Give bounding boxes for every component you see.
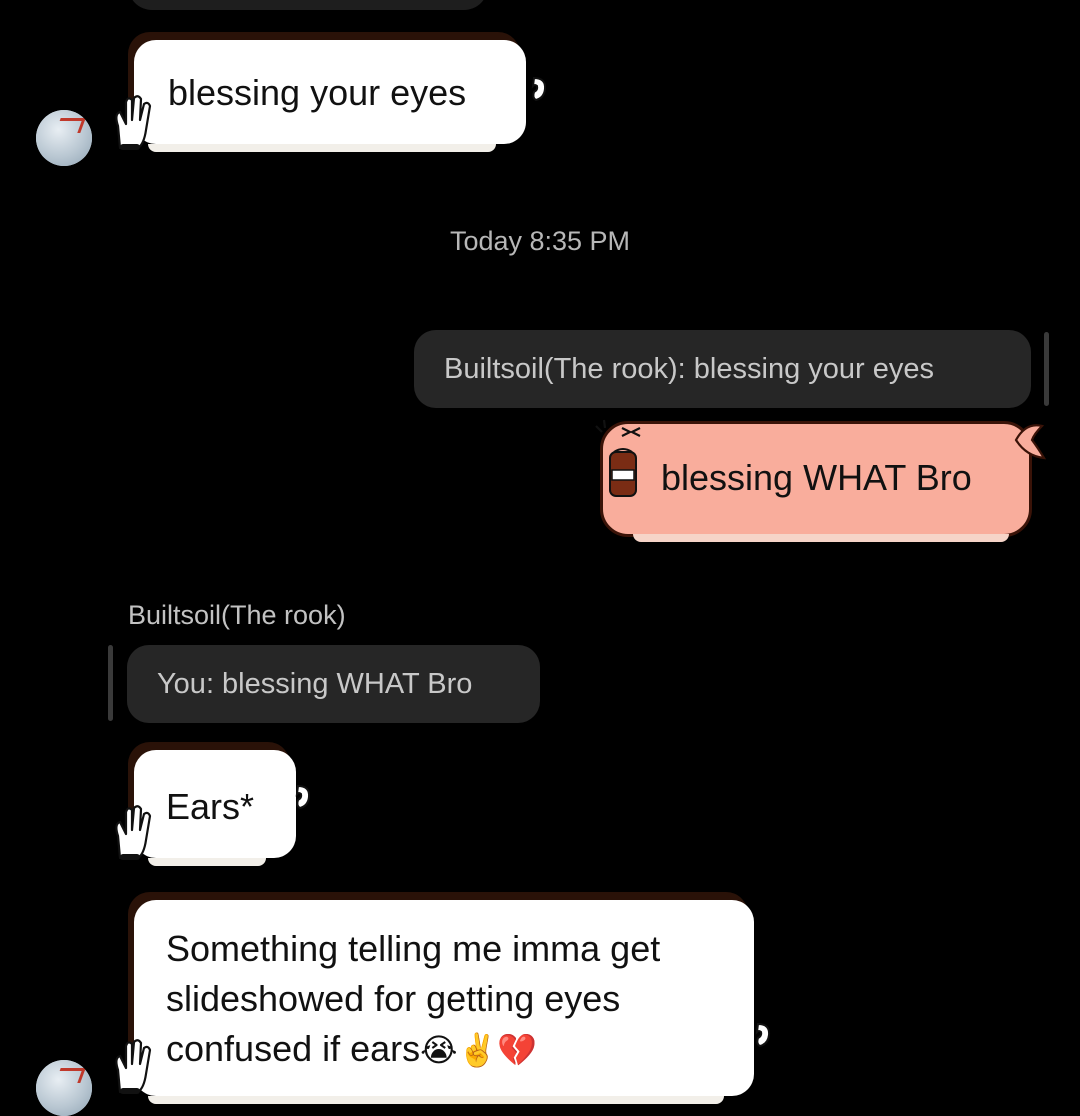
message-text: confused if ears bbox=[166, 1028, 421, 1069]
message-text: Ears* bbox=[166, 786, 255, 827]
user-avatar[interactable] bbox=[36, 110, 92, 166]
chat-thread: blessing your eyes Today 8:35 PM Builtso… bbox=[0, 0, 1080, 1116]
excited-lines-icon bbox=[595, 419, 641, 437]
sender-name: Builtsoil(The rook) bbox=[128, 600, 346, 630]
outgoing-message-bubble[interactable]: blessing WHAT Bro bbox=[600, 421, 1032, 542]
timestamp: Today 8:35 PM bbox=[449, 226, 631, 256]
reply-preview[interactable]: Builtsoil(The rook): blessing your eyes bbox=[414, 330, 1031, 408]
message-text-line: slideshowed for getting eyes bbox=[166, 978, 621, 1019]
message-text: blessing your eyes bbox=[168, 72, 467, 113]
previous-message-bubble[interactable] bbox=[128, 0, 488, 10]
ear-sticker-icon bbox=[295, 784, 311, 810]
ribbon-bow-icon bbox=[1014, 424, 1047, 460]
waving-hand-sticker-icon bbox=[115, 95, 152, 150]
message-text-line: Something telling me imma get bbox=[166, 928, 661, 969]
user-avatar[interactable] bbox=[36, 1060, 92, 1116]
incoming-message-bubble[interactable]: Something telling me imma get slideshowe… bbox=[134, 900, 754, 1104]
message-text: blessing WHAT Bro bbox=[661, 457, 972, 498]
emoji-sequence: 😭✌️💔 bbox=[420, 1031, 538, 1069]
reply-quoted-text: You: blessing WHAT Bro bbox=[157, 668, 473, 700]
reply-quoted-text: Builtsoil(The rook): blessing your eyes bbox=[444, 353, 934, 385]
ear-sticker-icon bbox=[531, 76, 547, 102]
incoming-message-bubble[interactable]: blessing your eyes bbox=[134, 40, 526, 152]
incoming-message-bubble[interactable]: Ears* bbox=[134, 750, 296, 866]
waving-hand-sticker-icon bbox=[115, 1039, 152, 1094]
reply-indicator-bar bbox=[1044, 332, 1049, 406]
soda-can-sticker-icon bbox=[609, 448, 637, 497]
message-text-line: confused if ears😭✌️💔 bbox=[166, 1024, 754, 1075]
message-text-block: Something telling me imma get slideshowe… bbox=[134, 900, 754, 1075]
reply-preview[interactable]: You: blessing WHAT Bro bbox=[127, 645, 540, 723]
reply-indicator-bar bbox=[108, 645, 113, 721]
ear-sticker-icon bbox=[755, 1022, 771, 1048]
waving-hand-sticker-icon bbox=[115, 805, 152, 860]
